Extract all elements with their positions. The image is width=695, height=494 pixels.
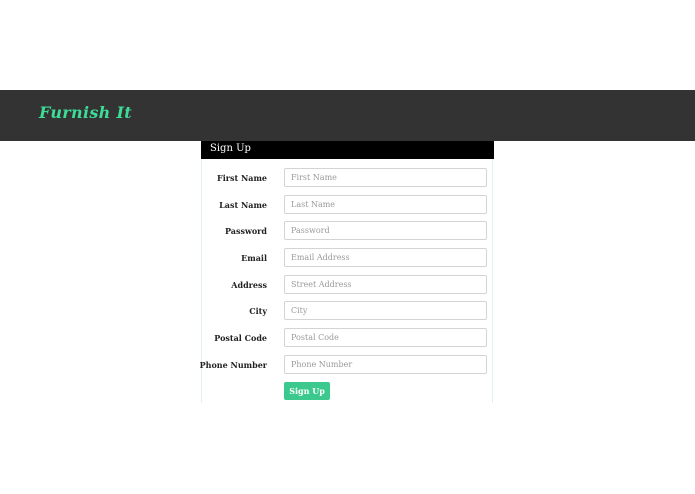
email-input[interactable] bbox=[284, 248, 487, 267]
city-input[interactable] bbox=[284, 301, 487, 320]
phone-number-label: Phone Number bbox=[199, 360, 267, 370]
email-label: Email bbox=[241, 253, 267, 263]
sign-up-button[interactable]: Sign Up bbox=[284, 382, 330, 400]
form-row-phone-number: Phone Number bbox=[199, 355, 494, 375]
phone-number-input[interactable] bbox=[284, 355, 487, 374]
password-input[interactable] bbox=[284, 221, 487, 240]
form-row-password: Password bbox=[202, 221, 494, 241]
signup-card: Sign Up First Name Last Name Password Em… bbox=[199, 141, 494, 403]
last-name-input[interactable] bbox=[284, 195, 487, 214]
password-label: Password bbox=[224, 226, 267, 236]
address-input[interactable] bbox=[284, 275, 487, 294]
last-name-label: Last Name bbox=[219, 200, 267, 210]
first-name-input[interactable] bbox=[284, 168, 487, 187]
form-row-address: Address bbox=[202, 275, 494, 295]
signup-card-title: Sign Up bbox=[201, 141, 494, 159]
city-label: City bbox=[249, 306, 267, 316]
first-name-label: First Name bbox=[217, 173, 267, 183]
navbar: Furnish It bbox=[0, 90, 695, 141]
form-row-city: City bbox=[202, 301, 494, 321]
brand-logo[interactable]: Furnish It bbox=[39, 103, 132, 122]
form-row-email: Email bbox=[202, 248, 494, 268]
address-label: Address bbox=[231, 280, 267, 290]
form-row-first-name: First Name bbox=[202, 168, 494, 188]
page: Furnish It Sign Up First Name Last Name … bbox=[0, 0, 695, 494]
postal-code-input[interactable] bbox=[284, 328, 487, 347]
postal-code-label: Postal Code bbox=[214, 333, 267, 343]
form-row-postal-code: Postal Code bbox=[202, 328, 494, 348]
form-row-last-name: Last Name bbox=[202, 195, 494, 215]
